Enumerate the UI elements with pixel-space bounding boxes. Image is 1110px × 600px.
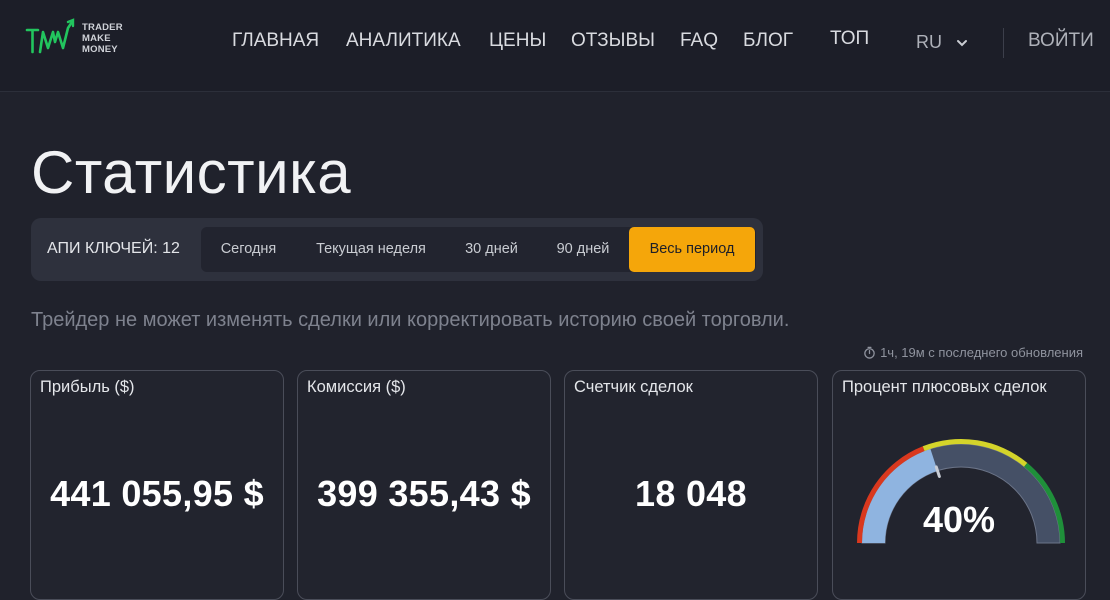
commission-value: 399 355,43 $ bbox=[317, 473, 531, 514]
language-selector[interactable]: RU bbox=[916, 32, 968, 53]
last-update-text: 1ч, 19м с последнего обновления bbox=[880, 345, 1083, 360]
logo[interactable]: TRADER MAKE MONEY bbox=[24, 18, 134, 68]
timer-icon bbox=[864, 346, 875, 359]
filter-bar: АПИ КЛЮЧЕЙ: 12 Сегодня Текущая неделя 30… bbox=[31, 218, 763, 281]
tmm-logo-icon bbox=[25, 18, 75, 54]
nav-blog[interactable]: БЛОГ bbox=[743, 30, 793, 52]
card-title: Процент плюсовых сделок bbox=[842, 378, 1047, 396]
profit-card: Прибыль ($) 441 055,95 $ bbox=[30, 370, 284, 600]
nav-reviews[interactable]: ОТЗЫВЫ bbox=[571, 30, 655, 52]
api-keys-count: АПИ КЛЮЧЕЙ: 12 bbox=[47, 240, 180, 257]
nav-home[interactable]: ГЛАВНАЯ bbox=[232, 30, 319, 52]
chevron-down-icon bbox=[957, 39, 967, 46]
commission-card: Комиссия ($) 399 355,43 $ bbox=[297, 370, 551, 600]
trades-count-value: 18 048 bbox=[635, 473, 747, 514]
logo-text: TRADER MAKE MONEY bbox=[82, 22, 123, 55]
nav-top[interactable]: ТОП bbox=[830, 28, 869, 50]
card-title: Комиссия ($) bbox=[307, 378, 406, 396]
period-90-days[interactable]: 90 дней bbox=[537, 227, 629, 272]
header-divider bbox=[1003, 28, 1004, 58]
period-30-days[interactable]: 30 дней bbox=[446, 227, 537, 272]
period-today[interactable]: Сегодня bbox=[201, 227, 296, 272]
nav-analytics[interactable]: АНАЛИТИКА bbox=[346, 30, 461, 52]
period-current-week[interactable]: Текущая неделя bbox=[296, 227, 446, 272]
page-title: Статистика bbox=[31, 139, 352, 206]
disclaimer-text: Трейдер не может изменять сделки или кор… bbox=[31, 309, 790, 331]
login-button[interactable]: ВОЙТИ bbox=[1028, 30, 1094, 52]
top-header: TRADER MAKE MONEY ГЛАВНАЯ АНАЛИТИКА ЦЕНЫ… bbox=[0, 0, 1110, 92]
language-label: RU bbox=[916, 32, 942, 52]
profit-value: 441 055,95 $ bbox=[50, 473, 264, 514]
period-selector: Сегодня Текущая неделя 30 дней 90 дней В… bbox=[201, 227, 756, 272]
last-update: 1ч, 19м с последнего обновления bbox=[863, 345, 1083, 360]
nav-faq[interactable]: FAQ bbox=[680, 30, 718, 52]
card-title: Счетчик сделок bbox=[574, 378, 693, 396]
period-all-time[interactable]: Весь период bbox=[629, 227, 755, 272]
trades-count-card: Счетчик сделок 18 048 bbox=[564, 370, 818, 600]
win-rate-value: 40% bbox=[922, 499, 996, 540]
nav-prices[interactable]: ЦЕНЫ bbox=[489, 30, 546, 52]
win-rate-card: Процент плюсовых сделок 40% bbox=[832, 370, 1086, 600]
card-title: Прибыль ($) bbox=[40, 378, 135, 396]
